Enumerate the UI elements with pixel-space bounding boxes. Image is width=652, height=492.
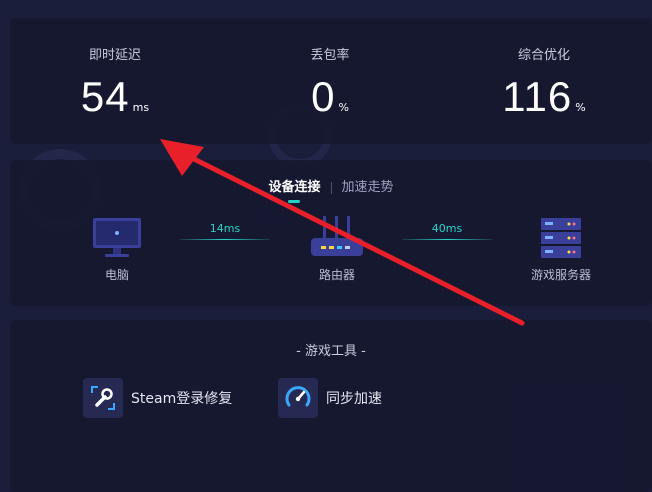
- link-router-server: 40ms: [402, 222, 492, 242]
- steam-login-fix-label: Steam登录修复: [131, 391, 233, 407]
- device-router-label: 路由器: [318, 268, 355, 282]
- latency-stat: 即时延迟 54 ms: [15, 18, 215, 121]
- latency-label: 即时延迟: [88, 48, 141, 63]
- connection-panel: 设备连接 加速走势 电脑 14ms 路由器 40ms 游戏服务器: [10, 160, 652, 306]
- sync-acceleration-button[interactable]: 同步加速: [278, 378, 382, 418]
- link-line-2: [402, 239, 492, 240]
- device-computer: 电脑: [72, 216, 162, 283]
- optimization-unit: %: [575, 101, 586, 114]
- latency-unit: ms: [132, 101, 150, 114]
- packet-loss-value: 0: [311, 73, 336, 120]
- tab-device-connection[interactable]: 设备连接: [258, 176, 330, 203]
- sync-acceleration-label: 同步加速: [326, 391, 382, 407]
- connection-tabs: 设备连接 加速走势: [10, 176, 652, 203]
- tab-acceleration-trend-label: 加速走势: [341, 180, 394, 195]
- packet-loss-label: 丢包率: [310, 48, 350, 63]
- link-latency-2: 40ms: [431, 222, 463, 235]
- steam-login-fix-button[interactable]: Steam登录修复: [83, 378, 232, 418]
- link-line-1: [180, 239, 270, 240]
- link-computer-router: 14ms: [180, 222, 270, 242]
- router-icon: [311, 216, 363, 256]
- packet-loss-stat: 丢包率 0%: [230, 18, 430, 121]
- packet-loss-unit: %: [338, 101, 349, 114]
- optimization-stat: 综合优化 116%: [444, 18, 644, 121]
- device-computer-label: 电脑: [104, 268, 129, 282]
- optimization-value: 116: [502, 73, 573, 120]
- device-game-server: 游戏服务器: [516, 216, 606, 283]
- latency-value: 54: [80, 73, 130, 120]
- computer-icon: [93, 218, 141, 257]
- tab-acceleration-trend[interactable]: 加速走势: [332, 176, 404, 195]
- wrench-icon: [83, 378, 123, 418]
- link-latency-1: 14ms: [209, 222, 241, 235]
- active-tab-indicator: [288, 200, 301, 203]
- device-router: 路由器: [292, 216, 382, 283]
- speedometer-icon: [278, 378, 318, 418]
- tab-device-connection-label: 设备连接: [268, 180, 321, 195]
- optimization-label: 综合优化: [517, 48, 570, 63]
- stats-panel: 即时延迟 54 ms 丢包率 0% 综合优化 116%: [10, 18, 652, 144]
- tools-title: - 游戏工具 -: [296, 344, 366, 359]
- device-game-server-label: 游戏服务器: [530, 268, 591, 282]
- game-server-icon: [541, 218, 581, 258]
- tools-panel: - 游戏工具 - Steam登录修复 同步加速: [10, 320, 652, 492]
